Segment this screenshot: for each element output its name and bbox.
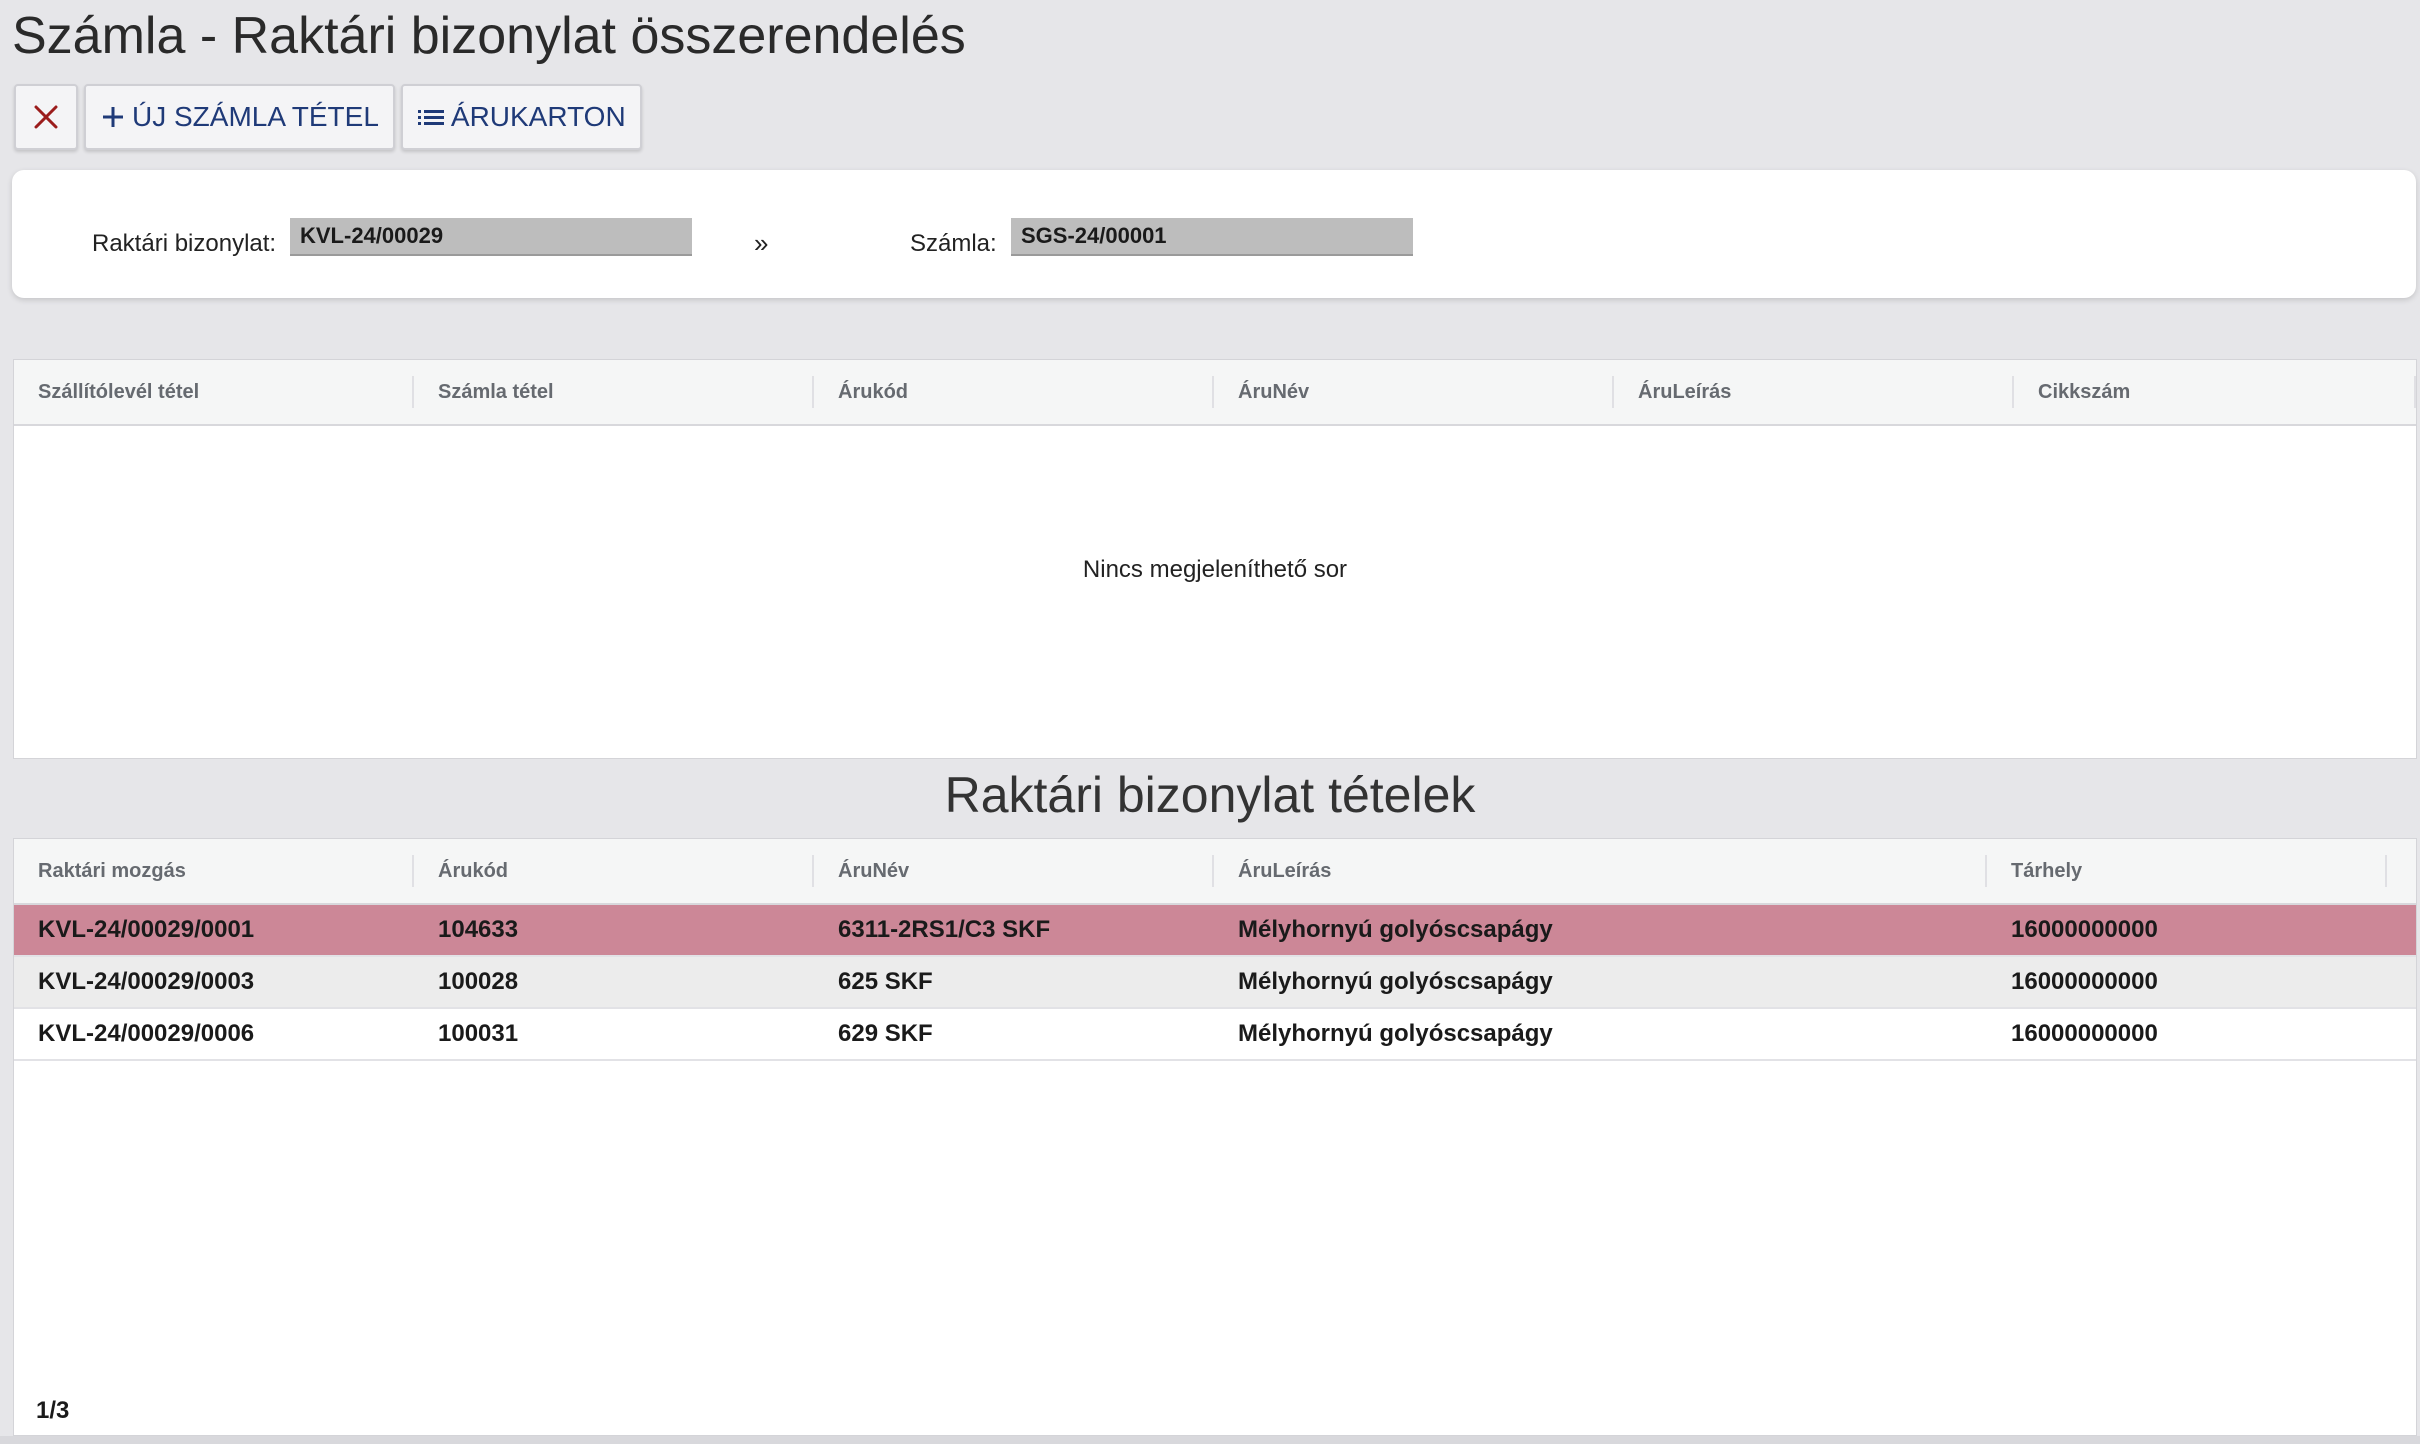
column-header[interactable]: Árukód <box>414 855 814 887</box>
pager: 1/3 <box>36 1397 70 1424</box>
cell-movement: KVL-24/00029/0003 <box>38 968 255 995</box>
cell-name: 629 SKF <box>838 1020 933 1047</box>
toolbar: ÚJ SZÁMLA TÉTEL ÁRUKARTON <box>14 84 642 150</box>
column-header[interactable]: ÁruLeírás <box>1214 855 1987 887</box>
cell-name: 625 SKF <box>838 968 933 995</box>
plus-icon <box>100 104 126 130</box>
table-row[interactable]: KVL-24/00029/0003 100028 625 SKF Mélyhor… <box>14 957 2416 1009</box>
column-header[interactable]: Raktári mozgás <box>14 855 414 887</box>
column-header[interactable]: ÁruLeírás <box>1614 376 2014 408</box>
cell-storage: 16000000000 <box>2011 1020 2158 1047</box>
column-header[interactable]: Árukód <box>814 376 1214 408</box>
cell-name: 6311-2RS1/C3 SKF <box>838 916 1051 943</box>
column-header[interactable]: Cikkszám <box>2014 376 2416 408</box>
cell-movement: KVL-24/00029/0001 <box>38 916 255 943</box>
table-row[interactable]: KVL-24/00029/0001 104633 6311-2RS1/C3 SK… <box>14 905 2416 957</box>
close-icon <box>33 104 59 130</box>
page-title: Számla - Raktári bizonylat összerendelés <box>12 7 966 65</box>
invoice-label: Számla: <box>910 230 997 257</box>
cell-movement: KVL-24/00029/0006 <box>38 1020 255 1047</box>
match-grid: Szállítólevél tétel Számla tétel Árukód … <box>13 359 2417 759</box>
warehouse-doc-label: Raktári bizonylat: <box>92 230 277 257</box>
column-header[interactable]: ÁruNév <box>1214 376 1614 408</box>
cell-description: Mélyhornyú golyóscsapágy <box>1238 916 1553 943</box>
column-header[interactable]: Szállítólevél tétel <box>14 376 414 408</box>
bottom-strip <box>0 1436 2420 1444</box>
new-invoice-item-label: ÚJ SZÁMLA TÉTEL <box>132 101 379 132</box>
table-row[interactable]: KVL-24/00029/0006 100031 629 SKF Mélyhor… <box>14 1009 2416 1061</box>
column-header[interactable]: Számla tétel <box>414 376 814 408</box>
product-card-label: ÁRUKARTON <box>450 101 626 132</box>
column-header[interactable]: ÁruNév <box>814 855 1214 887</box>
match-grid-header: Szállítólevél tétel Számla tétel Árukód … <box>14 360 2416 426</box>
warehouse-doc-field[interactable] <box>290 218 692 256</box>
product-card-button[interactable]: ÁRUKARTON <box>400 84 642 150</box>
cell-description: Mélyhornyú golyóscsapágy <box>1238 1020 1553 1047</box>
cell-code: 100031 <box>438 1020 519 1047</box>
new-invoice-item-button[interactable]: ÚJ SZÁMLA TÉTEL <box>84 84 395 150</box>
cell-code: 104633 <box>438 916 519 943</box>
cell-storage: 16000000000 <box>2011 916 2158 943</box>
cell-storage: 16000000000 <box>2011 968 2158 995</box>
invoice-field[interactable] <box>1011 218 1413 256</box>
cell-description: Mélyhornyú golyóscsapágy <box>1238 968 1553 995</box>
close-button[interactable] <box>14 84 78 150</box>
cell-code: 100028 <box>438 968 519 995</box>
filter-card: Raktári bizonylat: » Számla: <box>12 170 2416 298</box>
empty-message: Nincs megjeleníthető sor <box>1082 556 1348 583</box>
items-grid: Raktári mozgás Árukód ÁruNév ÁruLeírás T… <box>13 838 2417 1436</box>
list-icon <box>417 104 445 130</box>
arrow-separator: » <box>754 228 769 258</box>
items-grid-header: Raktári mozgás Árukód ÁruNév ÁruLeírás T… <box>14 839 2416 905</box>
section-title: Raktári bizonylat tételek <box>944 767 1476 823</box>
column-header[interactable]: Tárhely <box>1987 855 2387 887</box>
